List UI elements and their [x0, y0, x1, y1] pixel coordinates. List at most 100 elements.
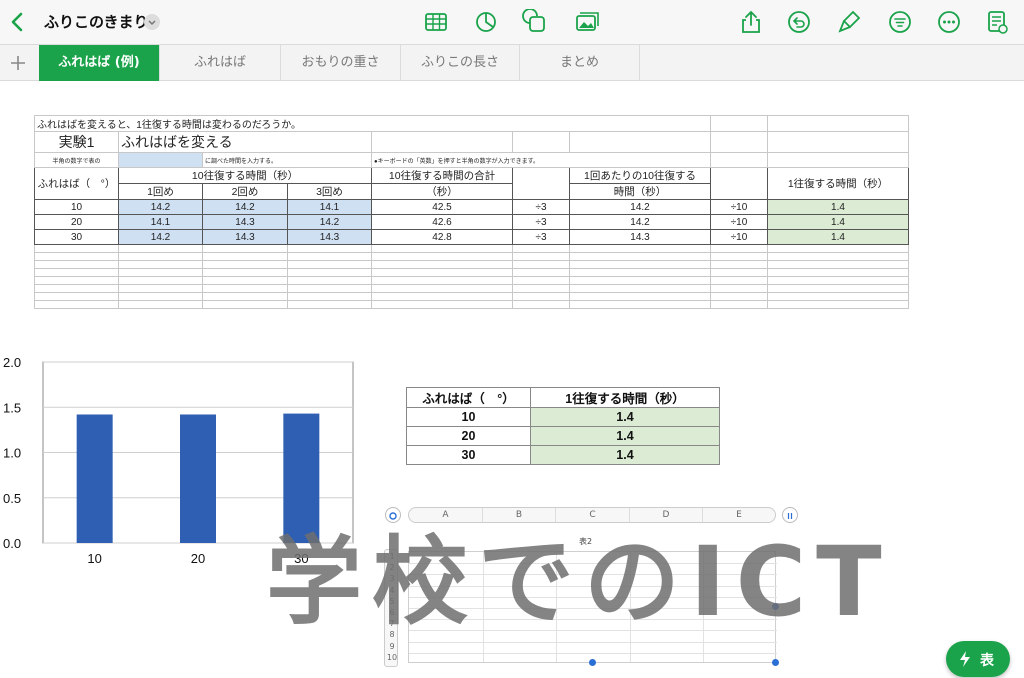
- cell[interactable]: [767, 276, 909, 285]
- cell[interactable]: [202, 244, 288, 253]
- trial-input-cell[interactable]: 14.3: [287, 229, 372, 245]
- document-settings-icon[interactable]: [984, 9, 1010, 35]
- cell[interactable]: [710, 300, 768, 309]
- trial-input-cell[interactable]: 14.1: [118, 214, 203, 230]
- cell[interactable]: [569, 284, 711, 293]
- cell[interactable]: [34, 276, 119, 285]
- summary-one-period-cell[interactable]: 1.4: [530, 445, 720, 465]
- cell[interactable]: [710, 260, 768, 269]
- cell[interactable]: [371, 268, 513, 277]
- tab-amplitude-example[interactable]: ふれはば (例): [39, 45, 160, 81]
- amplitude-cell[interactable]: 20: [34, 214, 119, 230]
- shape-icon[interactable]: [522, 9, 548, 35]
- one-period-cell[interactable]: 1.4: [767, 214, 909, 230]
- cell[interactable]: [118, 268, 203, 277]
- cell[interactable]: [34, 268, 119, 277]
- cell[interactable]: [287, 276, 372, 285]
- cell[interactable]: [287, 284, 372, 293]
- total-cell[interactable]: 42.6: [371, 214, 513, 230]
- header-ten-times[interactable]: 10往復する時間（秒）: [118, 167, 372, 184]
- one-period-cell[interactable]: 1.4: [767, 199, 909, 215]
- cell[interactable]: [371, 276, 513, 285]
- cell[interactable]: [287, 300, 372, 309]
- note-color-sample[interactable]: [118, 152, 203, 168]
- summary-amplitude-cell[interactable]: 30: [406, 445, 531, 465]
- cell[interactable]: [710, 244, 768, 253]
- cell[interactable]: [710, 131, 768, 153]
- share-icon[interactable]: [738, 9, 764, 35]
- cell[interactable]: [569, 244, 711, 253]
- divide-cell[interactable]: ÷10: [710, 229, 768, 245]
- cell[interactable]: [202, 292, 288, 301]
- trial-input-cell[interactable]: 14.1: [287, 199, 372, 215]
- summary-header-one-period[interactable]: 1往復する時間（秒）: [530, 387, 720, 408]
- table-fab-button[interactable]: 表: [946, 641, 1010, 677]
- cell[interactable]: [767, 252, 909, 261]
- cell[interactable]: [710, 252, 768, 261]
- divide-cell[interactable]: ÷10: [710, 214, 768, 230]
- chart-icon[interactable]: [473, 9, 499, 35]
- cell[interactable]: [512, 292, 570, 301]
- cell[interactable]: [767, 152, 909, 168]
- cell[interactable]: [34, 300, 119, 309]
- column-header[interactable]: A: [409, 508, 483, 522]
- column-header-bar[interactable]: A B C D E: [408, 507, 776, 523]
- cell[interactable]: [371, 260, 513, 269]
- column-header[interactable]: D: [630, 508, 703, 522]
- experiment-table[interactable]: ふれはばを変えると、1往復する時間は変わるのだろうか。 実験1 ふれはばを変える…: [34, 115, 909, 311]
- cell[interactable]: [512, 131, 570, 153]
- cell[interactable]: [118, 252, 203, 261]
- question-cell[interactable]: ふれはばを変えると、1往復する時間は変わるのだろうか。: [34, 115, 711, 132]
- cell[interactable]: [710, 276, 768, 285]
- amplitude-cell[interactable]: 10: [34, 199, 119, 215]
- cell[interactable]: [34, 244, 119, 253]
- cell[interactable]: [34, 260, 119, 269]
- cell[interactable]: [512, 167, 570, 200]
- header-trial-2[interactable]: 2回め: [202, 183, 288, 200]
- cell[interactable]: [34, 284, 119, 293]
- cell[interactable]: [569, 276, 711, 285]
- divide-cell[interactable]: ÷3: [512, 214, 570, 230]
- cell[interactable]: [767, 284, 909, 293]
- cell[interactable]: [569, 292, 711, 301]
- header-amplitude[interactable]: ふれはば（ °）: [34, 167, 119, 200]
- cell[interactable]: [569, 131, 711, 153]
- column-header[interactable]: B: [483, 508, 556, 522]
- cell[interactable]: [287, 268, 372, 277]
- cell[interactable]: [34, 252, 119, 261]
- cell[interactable]: [118, 260, 203, 269]
- total-cell[interactable]: 42.5: [371, 199, 513, 215]
- cell[interactable]: [767, 115, 909, 132]
- row-number[interactable]: 9: [385, 642, 399, 651]
- column-header[interactable]: E: [703, 508, 775, 522]
- header-total-1[interactable]: 10往復する時間の合計: [371, 167, 513, 184]
- cell[interactable]: [767, 260, 909, 269]
- cell[interactable]: [202, 300, 288, 309]
- cell[interactable]: [767, 131, 909, 153]
- chevron-down-icon[interactable]: [144, 14, 160, 30]
- trial-input-cell[interactable]: 14.3: [202, 229, 288, 245]
- format-brush-icon[interactable]: [836, 9, 862, 35]
- cell[interactable]: [767, 300, 909, 309]
- tab-length[interactable]: ふりこの長さ: [401, 45, 520, 81]
- note-middle[interactable]: に調べた時間を入力する。: [202, 152, 372, 168]
- header-average-2[interactable]: 時間（秒）: [569, 183, 711, 200]
- cell[interactable]: [118, 300, 203, 309]
- summary-one-period-cell[interactable]: 1.4: [530, 426, 720, 446]
- more-icon[interactable]: [936, 9, 962, 35]
- cell[interactable]: [569, 260, 711, 269]
- document-title[interactable]: ふりこのきまり: [44, 11, 149, 32]
- cell[interactable]: [512, 284, 570, 293]
- cell[interactable]: [767, 268, 909, 277]
- back-chevron-icon[interactable]: [6, 8, 30, 36]
- cell[interactable]: [512, 252, 570, 261]
- average-cell[interactable]: 14.2: [569, 199, 711, 215]
- cell[interactable]: [767, 244, 909, 253]
- cell[interactable]: [202, 260, 288, 269]
- tab-summary[interactable]: まとめ: [520, 45, 640, 81]
- cell[interactable]: [118, 292, 203, 301]
- cell[interactable]: [371, 300, 513, 309]
- one-period-cell[interactable]: 1.4: [767, 229, 909, 245]
- filter-icon[interactable]: [887, 9, 913, 35]
- cell[interactable]: [287, 260, 372, 269]
